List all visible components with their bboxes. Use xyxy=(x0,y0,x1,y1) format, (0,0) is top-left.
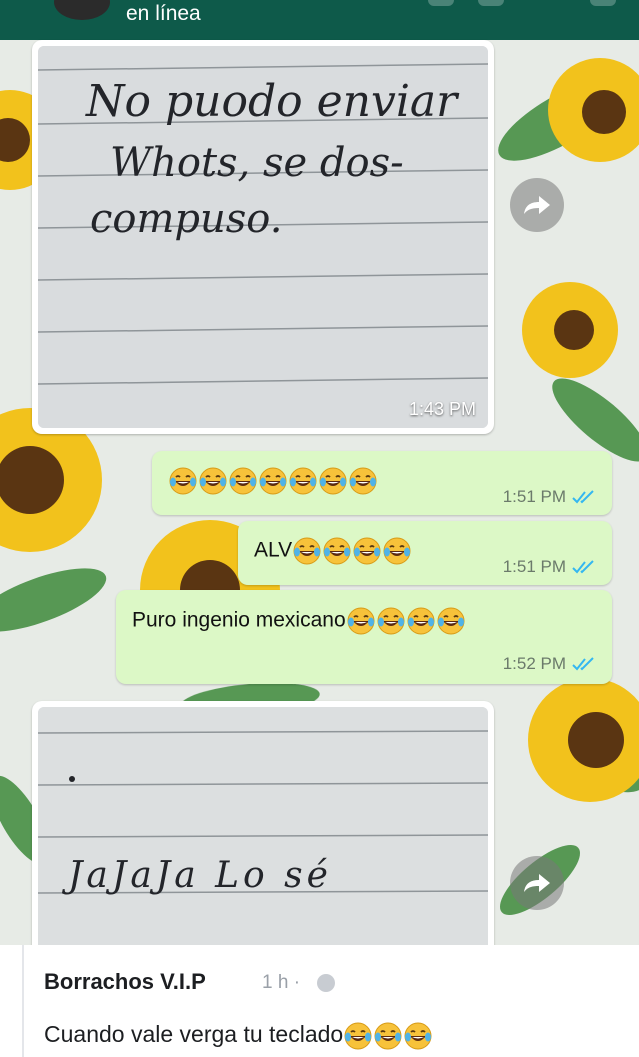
video-call-icon[interactable] xyxy=(428,0,454,6)
call-icon[interactable] xyxy=(478,0,504,6)
message-time: 1:52 PM xyxy=(502,654,566,673)
message-text: Puro ingenio mexicano xyxy=(132,606,466,636)
laughing-tears-emoji xyxy=(349,467,377,495)
comment-thread-rail xyxy=(22,945,24,1057)
comment-author[interactable]: Borrachos V.I.P xyxy=(44,969,206,995)
forward-button[interactable] xyxy=(510,178,564,232)
emoji-run xyxy=(168,467,378,495)
laughing-tears-emoji xyxy=(169,467,197,495)
emoji-run xyxy=(346,607,466,635)
double-check-icon xyxy=(572,490,594,504)
contact-avatar[interactable] xyxy=(52,0,112,22)
handwriting-line-2: Whots, se dos- xyxy=(110,140,404,186)
globe-icon xyxy=(317,974,335,992)
double-check-icon xyxy=(572,560,594,574)
contact-status: en línea xyxy=(126,2,201,25)
laughing-tears-emoji xyxy=(289,467,317,495)
outgoing-message[interactable]: ALV 1:51 PM xyxy=(238,521,612,585)
laughing-tears-emoji xyxy=(323,537,351,565)
incoming-photo-message[interactable]: No puodo enviar Whots, se dos- compuso. … xyxy=(32,40,494,434)
chat-header: en línea xyxy=(0,0,639,40)
forward-arrow-icon xyxy=(524,874,550,892)
outgoing-message[interactable]: Puro ingenio mexicano 1:52 PM xyxy=(116,590,612,684)
laughing-tears-emoji xyxy=(353,537,381,565)
whatsapp-chat-screenshot: en línea No puodo enviar Whots, se dos- xyxy=(0,0,639,945)
laughing-tears-emoji xyxy=(374,1022,402,1050)
laughing-tears-emoji xyxy=(293,537,321,565)
message-time: 1:43 PM xyxy=(408,399,476,419)
handwriting-line-3: compuso. xyxy=(90,196,283,242)
outgoing-message[interactable]: 1:51 PM xyxy=(152,451,612,515)
laughing-tears-emoji xyxy=(344,1022,372,1050)
message-meta: 1:52 PM xyxy=(503,654,598,674)
laughing-tears-emoji xyxy=(319,467,347,495)
laughing-tears-emoji xyxy=(199,467,227,495)
comment-time[interactable]: 1 h · xyxy=(262,972,300,994)
double-check-icon xyxy=(572,657,594,671)
laughing-tears-emoji xyxy=(377,607,405,635)
laughing-tears-emoji xyxy=(407,607,435,635)
message-time: 1:51 PM xyxy=(502,487,566,506)
laughing-tears-emoji xyxy=(383,537,411,565)
message-time: 1:51 PM xyxy=(502,557,566,576)
notebook-paper-lines xyxy=(38,707,488,945)
handwritten-note-photo[interactable]: No puodo enviar Whots, se dos- compuso. xyxy=(38,46,488,428)
forward-button[interactable] xyxy=(510,856,564,910)
laughing-tears-emoji xyxy=(437,607,465,635)
laughing-tears-emoji xyxy=(404,1022,432,1050)
message-meta: 1:51 PM xyxy=(503,487,598,507)
facebook-comment: Borrachos V.I.P 1 h · Cuando vale verga … xyxy=(0,945,639,1057)
handwriting-line-1: No puodo enviar xyxy=(86,76,458,127)
message-meta: 1:51 PM xyxy=(503,557,598,577)
menu-icon[interactable] xyxy=(590,0,616,6)
emoji-run xyxy=(343,1021,433,1050)
message-text: ALV xyxy=(254,536,412,566)
laughing-tears-emoji xyxy=(229,467,257,495)
laughing-tears-emoji xyxy=(259,467,287,495)
laughing-tears-emoji xyxy=(347,607,375,635)
message-text xyxy=(168,466,378,496)
comment-text: Cuando vale verga tu teclado xyxy=(44,1021,433,1051)
emoji-run xyxy=(292,537,412,565)
forward-arrow-icon xyxy=(524,196,550,214)
handwriting-line-1: JaJaJa Lo sé xyxy=(68,855,332,896)
incoming-photo-message[interactable]: JaJaJa Lo sé xyxy=(32,701,494,945)
handwritten-note-photo[interactable]: JaJaJa Lo sé xyxy=(38,707,488,945)
